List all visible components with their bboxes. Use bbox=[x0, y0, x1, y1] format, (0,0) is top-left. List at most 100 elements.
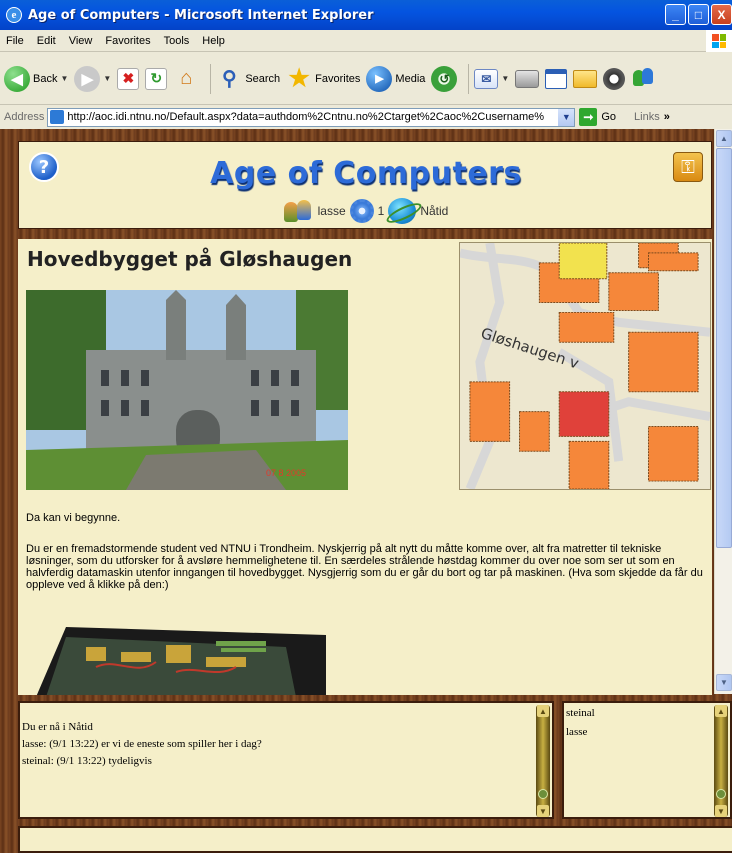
home-button[interactable]: ⌂ bbox=[173, 66, 199, 92]
search-button[interactable]: ⚲ Search bbox=[216, 66, 280, 92]
forward-dropdown-icon[interactable]: ▼ bbox=[103, 74, 111, 83]
mail-dropdown-icon[interactable]: ▼ bbox=[501, 74, 509, 83]
back-label: Back bbox=[33, 72, 58, 85]
chat-log: Du er nå i Nåtid lasse: (9/1 13:22) er v… bbox=[18, 701, 554, 819]
address-bar: Address http://aoc.idi.ntnu.no/Default.a… bbox=[0, 106, 732, 128]
menu-favorites[interactable]: Favorites bbox=[105, 35, 150, 47]
users-scrollbar[interactable]: ▲ ▼ bbox=[714, 705, 728, 817]
chat-message: steinal: (9/1 13:22) tydeligvis bbox=[22, 755, 152, 767]
chat-scroll-thumb[interactable] bbox=[538, 789, 548, 799]
forward-button[interactable]: ▶ ▼ bbox=[74, 65, 111, 92]
chat-scroll-up-icon[interactable]: ▲ bbox=[537, 705, 549, 717]
intro-text: Da kan vi begynne. bbox=[26, 512, 121, 524]
research-button[interactable] bbox=[603, 67, 626, 90]
go-arrow-icon: ➞ bbox=[579, 108, 598, 126]
menu-file[interactable]: File bbox=[6, 35, 24, 47]
links-label: Links bbox=[634, 111, 660, 123]
media-button[interactable]: ▶ Media bbox=[366, 65, 425, 92]
main-building-photo: 07 8 2005 bbox=[26, 290, 348, 490]
history-button[interactable]: ↺ bbox=[431, 65, 458, 92]
internet-explorer-icon: e bbox=[6, 7, 22, 23]
key-icon[interactable]: ⚿ bbox=[673, 152, 703, 182]
stop-button[interactable]: ✖ bbox=[117, 67, 140, 90]
folder-icon bbox=[573, 69, 598, 88]
edit-button[interactable] bbox=[545, 68, 568, 89]
globe-icon bbox=[388, 198, 417, 224]
campus-map[interactable]: Gløshaugen v bbox=[459, 242, 711, 490]
search-icon: ⚲ bbox=[221, 68, 237, 90]
chat-input[interactable] bbox=[18, 826, 732, 853]
forward-arrow-icon: ▶ bbox=[74, 65, 101, 92]
links-chevron-icon[interactable]: » bbox=[664, 111, 670, 123]
printer-icon bbox=[515, 69, 540, 88]
window-controls: _ □ X bbox=[665, 4, 732, 25]
mail-icon: ✉ bbox=[474, 68, 499, 89]
user-list: steinal lasse bbox=[566, 704, 595, 742]
menu-help[interactable]: Help bbox=[202, 35, 225, 47]
game-header: ? Age of Computers lasse 1 Nåtid ⚿ bbox=[18, 141, 712, 229]
refresh-icon: ↻ bbox=[145, 67, 168, 90]
address-url: http://aoc.idi.ntnu.no/Default.aspx?data… bbox=[67, 111, 545, 123]
links-toolbar[interactable]: Links » bbox=[634, 111, 670, 123]
window-titlebar[interactable]: e Age of Computers - Microsoft Internet … bbox=[0, 0, 732, 30]
photo-date: 07 8 2005 bbox=[266, 468, 306, 478]
chat-message: Du er nå i Nåtid bbox=[22, 721, 93, 733]
messenger-button[interactable] bbox=[631, 66, 657, 92]
windows-logo-icon bbox=[706, 30, 732, 52]
history-icon: ↺ bbox=[431, 65, 458, 92]
address-dropdown-icon[interactable]: ▼ bbox=[558, 108, 575, 126]
users-icon bbox=[283, 200, 314, 222]
close-button[interactable]: X bbox=[711, 4, 732, 25]
minimize-button[interactable]: _ bbox=[665, 4, 686, 25]
menu-edit[interactable]: Edit bbox=[37, 35, 56, 47]
scroll-thumb[interactable] bbox=[716, 148, 732, 548]
page-viewport: ? Age of Computers lasse 1 Nåtid ⚿ Hoved… bbox=[0, 129, 732, 853]
users-scroll-up-icon[interactable]: ▲ bbox=[715, 705, 727, 717]
favorites-star-icon: ★ bbox=[288, 65, 310, 92]
address-input[interactable]: http://aoc.idi.ntnu.no/Default.aspx?data… bbox=[47, 107, 576, 127]
story-text: Du er en fremadstormende student ved NTN… bbox=[26, 543, 703, 591]
content-scrollbar[interactable]: ▲ ▼ bbox=[714, 129, 732, 694]
edit-page-icon bbox=[545, 68, 568, 89]
back-dropdown-icon[interactable]: ▼ bbox=[60, 74, 68, 83]
go-button[interactable]: ➞ Go bbox=[579, 108, 616, 126]
maximize-button[interactable]: □ bbox=[688, 4, 709, 25]
discuss-button[interactable] bbox=[573, 69, 598, 88]
browser-toolbar: ◀ Back ▼ ▶ ▼ ✖ ↻ ⌂ ⚲ Search ★ Favorites … bbox=[0, 53, 732, 105]
toolbar-separator bbox=[468, 63, 470, 94]
scroll-down-icon[interactable]: ▼ bbox=[716, 674, 732, 691]
player-name: lasse bbox=[317, 204, 346, 218]
page-icon bbox=[50, 110, 65, 124]
menu-tools[interactable]: Tools bbox=[164, 35, 190, 47]
chat-scrollbar[interactable]: ▲ ▼ bbox=[536, 705, 550, 817]
mail-button[interactable]: ✉ ▼ bbox=[474, 68, 509, 89]
home-icon: ⌂ bbox=[180, 67, 193, 89]
users-scroll-down-icon[interactable]: ▼ bbox=[715, 805, 727, 817]
window-title: Age of Computers - Microsoft Internet Ex… bbox=[28, 7, 374, 23]
toolbar-separator bbox=[210, 63, 212, 94]
scroll-up-icon[interactable]: ▲ bbox=[716, 130, 732, 147]
user-item[interactable]: steinal bbox=[566, 704, 595, 723]
location-content: Hovedbygget på Gløshaugen 07 8 2005 Gløs… bbox=[18, 239, 712, 695]
media-icon: ▶ bbox=[366, 65, 393, 92]
search-label: Search bbox=[245, 72, 281, 85]
menu-view[interactable]: View bbox=[69, 35, 93, 47]
location-title: Hovedbygget på Gløshaugen bbox=[27, 247, 353, 271]
site-title: Age of Computers bbox=[210, 156, 522, 191]
research-icon bbox=[603, 67, 626, 90]
favorites-button[interactable]: ★ Favorites bbox=[286, 65, 361, 92]
chat-messages: Du er nå i Nåtid lasse: (9/1 13:22) er v… bbox=[22, 719, 262, 770]
gear-icon bbox=[349, 199, 374, 223]
menu-bar: File Edit View Favorites Tools Help bbox=[0, 30, 732, 52]
back-button[interactable]: ◀ Back ▼ bbox=[4, 65, 68, 92]
player-level: 1 bbox=[377, 204, 385, 218]
users-scroll-thumb[interactable] bbox=[716, 789, 726, 799]
computer-machine-image[interactable] bbox=[26, 617, 326, 695]
print-button[interactable] bbox=[515, 69, 540, 88]
user-item[interactable]: lasse bbox=[566, 723, 595, 742]
back-arrow-icon: ◀ bbox=[4, 65, 30, 92]
favorites-label: Favorites bbox=[315, 72, 361, 85]
chat-scroll-down-icon[interactable]: ▼ bbox=[537, 805, 549, 817]
refresh-button[interactable]: ↻ bbox=[145, 67, 168, 90]
player-status: lasse 1 Nåtid bbox=[19, 198, 713, 224]
